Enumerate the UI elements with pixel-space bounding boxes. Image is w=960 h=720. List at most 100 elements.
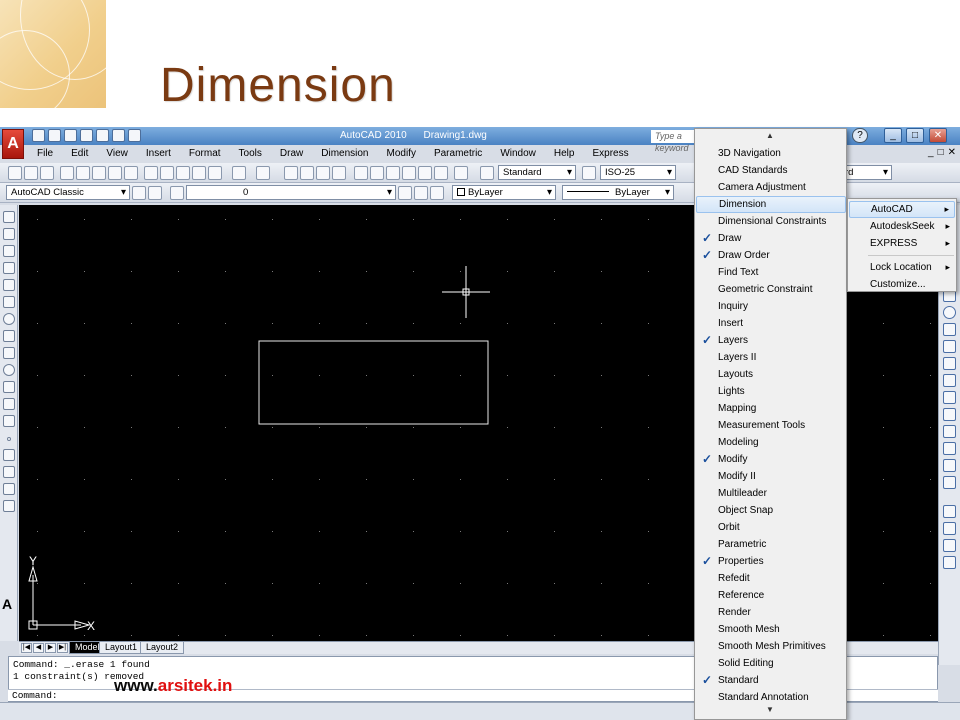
scroll-down-icon[interactable]: ▼ — [695, 705, 845, 714]
minimize-button[interactable]: _ — [884, 128, 902, 143]
submenu-item[interactable]: Customize... — [849, 276, 955, 293]
send-under-icon[interactable] — [943, 556, 956, 569]
my-workspace-icon[interactable] — [148, 186, 162, 200]
menu-file[interactable]: File — [28, 146, 62, 162]
first-tab-button[interactable]: |◀ — [21, 643, 32, 653]
menu-item[interactable]: Layouts — [696, 366, 846, 383]
menu-item[interactable]: Standard Annotation — [696, 689, 846, 706]
menu-view[interactable]: View — [97, 146, 137, 162]
menu-item[interactable]: Smooth Mesh — [696, 621, 846, 638]
trim-icon[interactable] — [943, 357, 956, 370]
menu-insert[interactable]: Insert — [137, 146, 180, 162]
join-icon[interactable] — [943, 425, 956, 438]
polygon-icon[interactable] — [3, 262, 15, 274]
menu-item[interactable]: ✓ Modify — [696, 451, 846, 468]
menu-item[interactable]: Inquiry — [696, 298, 846, 315]
layer-state-icon[interactable] — [430, 186, 444, 200]
new-icon[interactable] — [32, 129, 45, 142]
extend-icon[interactable] — [943, 374, 956, 387]
application-menu-button[interactable]: A — [2, 129, 24, 159]
submenu-item[interactable]: AutodeskSeek ▸ — [849, 218, 955, 235]
open-file-icon[interactable] — [24, 166, 38, 180]
menu-item[interactable]: 3D Navigation — [696, 145, 846, 162]
zoom-window-icon[interactable] — [316, 166, 330, 180]
redo-icon[interactable] — [96, 129, 109, 142]
help-tool-icon[interactable] — [454, 166, 468, 180]
layer-properties-icon[interactable] — [170, 186, 184, 200]
search-input[interactable]: Type a keyword — [651, 130, 699, 153]
open-icon[interactable] — [48, 129, 61, 142]
menu-item[interactable]: Parametric — [696, 536, 846, 553]
polyline-icon[interactable] — [3, 245, 15, 257]
text-style-select[interactable]: Standard — [498, 165, 576, 180]
plot-icon[interactable] — [112, 129, 125, 142]
paste-icon[interactable] — [176, 166, 190, 180]
bring-above-icon[interactable] — [943, 539, 956, 552]
qat-dropdown-icon[interactable] — [128, 129, 141, 142]
menu-modify[interactable]: Modify — [378, 146, 425, 162]
menu-tools[interactable]: Tools — [230, 146, 271, 162]
linetype-select[interactable]: ByLayer — [562, 185, 674, 200]
redo-tool-icon[interactable] — [256, 166, 270, 180]
fillet-icon[interactable] — [943, 459, 956, 472]
workspace-settings-icon[interactable] — [132, 186, 146, 200]
close-button[interactable]: ✕ — [929, 128, 947, 143]
publish-icon[interactable] — [92, 166, 106, 180]
last-tab-button[interactable]: ▶| — [57, 643, 68, 653]
cut-icon[interactable] — [144, 166, 158, 180]
menu-item[interactable]: Find Text — [696, 264, 846, 281]
draw-order-front-icon[interactable] — [943, 505, 956, 518]
scale-icon[interactable] — [943, 323, 956, 336]
layer-previous-icon[interactable] — [414, 186, 428, 200]
menu-item[interactable]: Object Snap — [696, 502, 846, 519]
submenu-item[interactable]: EXPRESS ▸ — [849, 235, 955, 252]
save-icon[interactable] — [64, 129, 77, 142]
table-icon[interactable] — [3, 500, 15, 512]
hatch-icon[interactable] — [3, 449, 15, 461]
menu-parametric[interactable]: Parametric — [425, 146, 491, 162]
menu-item[interactable]: ✓ Draw — [696, 230, 846, 247]
menu-item[interactable]: ✓ Draw Order — [696, 247, 846, 264]
stretch-icon[interactable] — [943, 340, 956, 353]
zoom-realtime-icon[interactable] — [300, 166, 314, 180]
menu-item[interactable]: Solid Editing — [696, 655, 846, 672]
break-icon[interactable] — [943, 408, 956, 421]
menu-window[interactable]: Window — [491, 146, 545, 162]
3d-dwf-icon[interactable] — [108, 166, 122, 180]
drawn-rectangle[interactable] — [258, 340, 489, 425]
tab-layout1[interactable]: Layout1 — [99, 642, 144, 654]
chamfer-icon[interactable] — [943, 442, 956, 455]
scroll-up-icon[interactable]: ▲ — [695, 131, 845, 140]
zoom-previous-icon[interactable] — [332, 166, 346, 180]
insert-block-icon[interactable] — [3, 398, 15, 410]
ellipse-icon[interactable] — [3, 364, 15, 376]
markup-icon[interactable] — [418, 166, 432, 180]
design-center-icon[interactable] — [370, 166, 384, 180]
menu-item[interactable]: Dimension — [696, 196, 846, 213]
dim-style-icon[interactable] — [582, 166, 596, 180]
doc-close-button[interactable]: ✕ — [948, 147, 956, 158]
menu-item[interactable]: CAD Standards — [696, 162, 846, 179]
revision-cloud-icon[interactable] — [3, 330, 15, 342]
next-tab-button[interactable]: ▶ — [45, 643, 56, 653]
menu-item[interactable]: Refedit — [696, 570, 846, 587]
menu-item[interactable]: Mapping — [696, 400, 846, 417]
arc-icon[interactable] — [3, 296, 15, 308]
save-file-icon[interactable] — [40, 166, 54, 180]
menu-help[interactable]: Help — [545, 146, 584, 162]
circle-icon[interactable] — [3, 313, 15, 325]
construction-line-icon[interactable] — [3, 228, 15, 240]
previous-tab-button[interactable]: ◀ — [33, 643, 44, 653]
spline-icon[interactable] — [3, 347, 15, 359]
menu-item[interactable]: Geometric Constraint — [696, 281, 846, 298]
menu-item[interactable]: ✓ Properties — [696, 553, 846, 570]
make-current-layer-icon[interactable] — [398, 186, 412, 200]
menu-item[interactable]: Dimensional Constraints — [696, 213, 846, 230]
ellipse-arc-icon[interactable] — [3, 381, 15, 393]
sheet-set-icon[interactable] — [124, 166, 138, 180]
break-at-point-icon[interactable] — [943, 391, 956, 404]
undo-tool-icon[interactable] — [232, 166, 246, 180]
match-properties-icon[interactable] — [192, 166, 206, 180]
menu-item[interactable]: Insert — [696, 315, 846, 332]
menu-dimension[interactable]: Dimension — [312, 146, 377, 162]
